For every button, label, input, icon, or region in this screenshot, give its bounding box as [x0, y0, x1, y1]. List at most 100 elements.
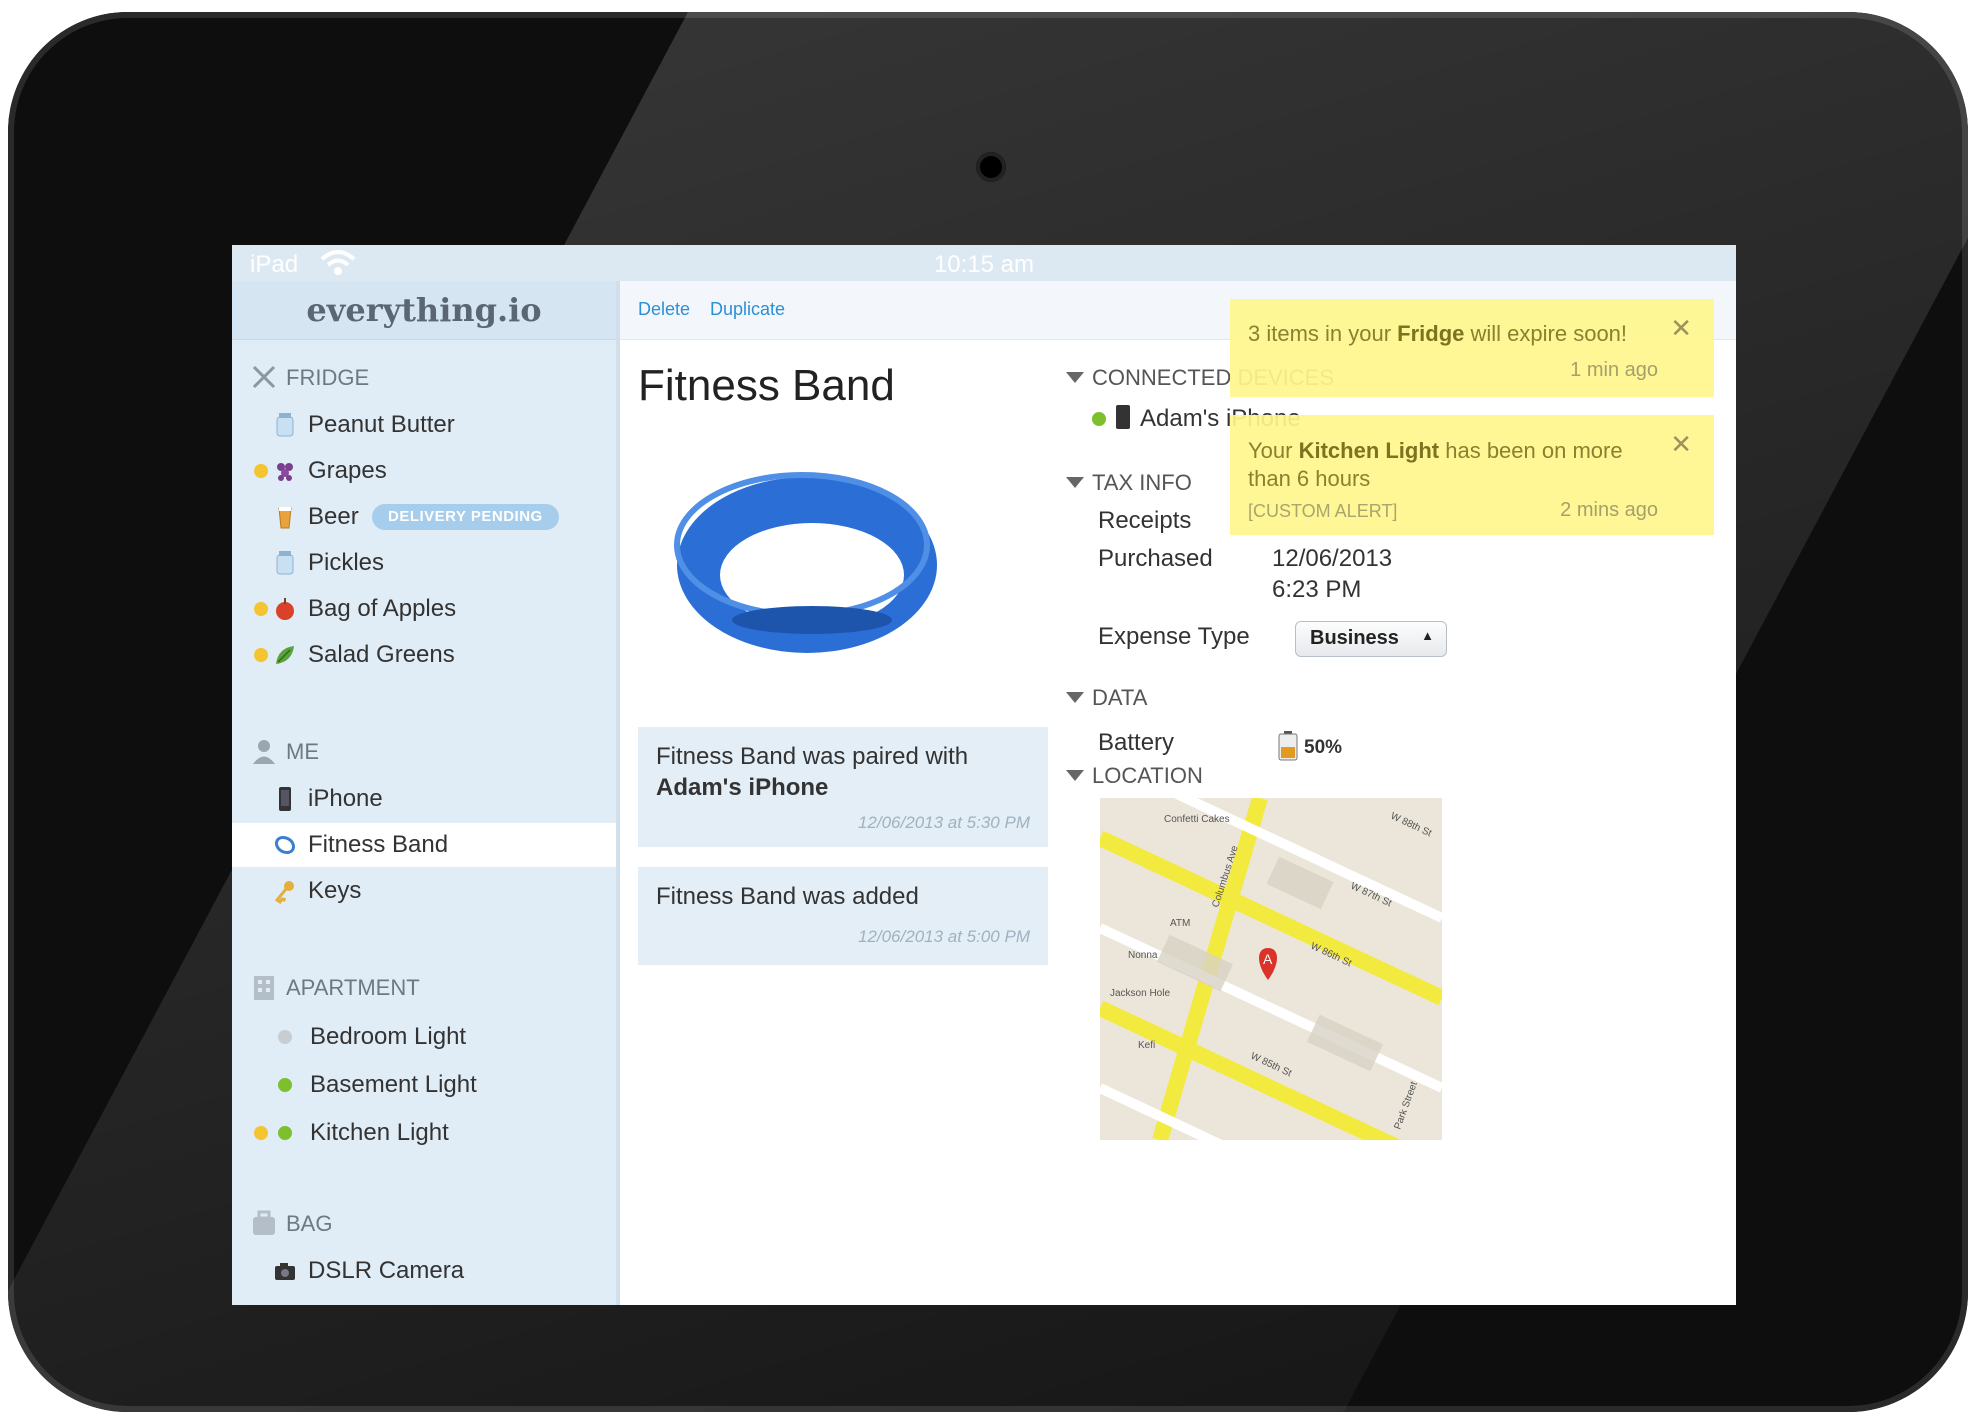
activity-device[interactable]: Adam's iPhone [656, 774, 828, 802]
battery-indicator: 50% [1278, 731, 1342, 761]
sidebar-section-bag: BAG [250, 1209, 332, 1237]
map-place-label: Jackson Hole [1110, 988, 1170, 999]
battery-icon [1278, 731, 1298, 761]
bag-icon [253, 1210, 275, 1235]
map-place-label: Kefi [1138, 1040, 1155, 1051]
receipts-label: Receipts [1098, 507, 1192, 534]
expense-type-select[interactable]: Business ▲ [1295, 621, 1447, 657]
map-place-label: Nonna [1128, 950, 1158, 961]
map-place-label: ATM [1170, 918, 1190, 929]
status-dot-off [278, 1030, 292, 1044]
location-header[interactable]: LOCATION [1066, 763, 1203, 789]
sidebar-item-pickles[interactable]: Pickles [232, 541, 616, 585]
key-icon [274, 881, 294, 904]
app-screen: iPad 10:15 am everything.io FRIDGE Peanu… [232, 245, 1736, 1305]
duplicate-button[interactable]: Duplicate [710, 299, 785, 320]
sidebar: everything.io FRIDGE Peanut Butter Grape… [232, 281, 620, 1305]
data-header[interactable]: DATA [1066, 685, 1147, 711]
sidebar-item-label: Beer [308, 503, 359, 530]
person-icon [253, 740, 275, 764]
sidebar-item-dslr-camera[interactable]: DSLR Camera [232, 1249, 616, 1293]
sidebar-item-bag-of-apples[interactable]: Bag of Apples [232, 587, 616, 631]
section-header-text: TAX INFO [1092, 470, 1192, 495]
activity-timestamp: 12/06/2013 at 5:00 PM [857, 927, 1030, 946]
status-dot-on [278, 1126, 292, 1140]
sidebar-item-bedroom-light[interactable]: Bedroom Light [232, 1015, 616, 1059]
grapes-icon [277, 463, 293, 481]
delete-button[interactable]: Delete [638, 299, 690, 320]
sidebar-item-kitchen-light[interactable]: Kitchen Light [232, 1111, 616, 1155]
sidebar-item-label: Bedroom Light [310, 1023, 467, 1050]
sidebar-item-salad-greens[interactable]: Salad Greens [232, 633, 616, 677]
beer-icon [278, 507, 292, 529]
close-icon[interactable]: ✕ [1670, 429, 1692, 460]
sidebar-item-grapes[interactable]: Grapes [232, 449, 616, 493]
activity-timestamp: 12/06/2013 at 5:30 PM [857, 813, 1030, 832]
battery-label: Battery [1098, 729, 1175, 756]
tax-info-header[interactable]: TAX INFO [1066, 470, 1192, 496]
sidebar-item-label: Pickles [308, 549, 385, 576]
fitness-band-image [674, 472, 937, 653]
section-header: FRIDGE [286, 365, 370, 390]
sidebar-item-beer[interactable]: Beer DELIVERY PENDING [232, 495, 616, 539]
map-place-label: Confetti Cakes [1164, 814, 1230, 825]
notification-tag: [CUSTOM ALERT] [1248, 501, 1398, 521]
expense-type-value: Business [1310, 627, 1399, 649]
disclosure-triangle-icon [1066, 477, 1084, 488]
map-graphic: A W 86th St W 87th St W 88th St W 85th S… [1100, 798, 1442, 1140]
building-icon [254, 976, 274, 1000]
sidebar-item-basement-light[interactable]: Basement Light [232, 1063, 616, 1107]
notification-toast[interactable]: Your Kitchen Light has been on more than… [1230, 415, 1714, 535]
sidebar-item-peanut-butter[interactable]: Peanut Butter [232, 403, 616, 447]
phone-icon [1116, 405, 1130, 429]
disclosure-triangle-icon [1066, 770, 1084, 781]
purchased-label: Purchased [1098, 545, 1213, 572]
status-bar: iPad 10:15 am [232, 245, 1736, 281]
status-dot-on [1092, 412, 1106, 426]
sidebar-item-label: Keys [308, 877, 362, 904]
alert-dot [254, 464, 268, 478]
greens-icon [276, 646, 294, 664]
app-brand: everything.io [232, 281, 616, 340]
notification-time: 1 min ago [1570, 359, 1658, 381]
notification-text: 3 items in your Fridge will expire soon! [1248, 321, 1628, 346]
alert-dot [254, 648, 268, 662]
sidebar-item-label: Peanut Butter [308, 411, 455, 438]
disclosure-triangle-icon [1066, 372, 1084, 383]
utensils-icon [252, 365, 276, 389]
apple-icon [276, 598, 294, 620]
disclosure-triangle-icon [1066, 692, 1084, 703]
expense-type-label: Expense Type [1098, 623, 1250, 650]
sidebar-item-label: Grapes [308, 457, 387, 484]
section-header: ME [286, 739, 319, 764]
activity-item: Fitness Band was paired with Adam's iPho… [638, 727, 1048, 847]
sidebar-item-label: Salad Greens [308, 641, 455, 668]
jar-icon [276, 413, 294, 437]
notification-toast[interactable]: 3 items in your Fridge will expire soon!… [1230, 299, 1714, 397]
sidebar-item-iphone[interactable]: iPhone [232, 777, 616, 821]
front-camera [976, 152, 1006, 182]
sidebar-item-keys[interactable]: Keys [232, 869, 616, 913]
activity-text: Fitness Band was added [656, 883, 919, 910]
alert-dot [254, 1126, 268, 1140]
purchased-date: 12/06/2013 [1272, 545, 1393, 572]
close-icon[interactable]: ✕ [1670, 313, 1692, 344]
sidebar-item-label: iPhone [308, 785, 383, 812]
battery-value: 50% [1304, 737, 1343, 758]
camera-icon [275, 1263, 295, 1280]
location-map[interactable]: A W 86th St W 87th St W 88th St W 85th S… [1100, 798, 1442, 1140]
delivery-pending-badge: DELIVERY PENDING [372, 504, 559, 530]
purchased-time: 6:23 PM [1272, 576, 1362, 603]
jar-icon [276, 551, 294, 575]
sidebar-item-fitness-band[interactable]: Fitness Band [232, 823, 616, 867]
page-title: Fitness Band [638, 361, 895, 410]
sidebar-item-label: DSLR Camera [308, 1257, 465, 1284]
stepper-arrows-icon: ▲ [1421, 628, 1434, 643]
sidebar-item-label: Bag of Apples [308, 595, 457, 622]
sidebar-section-fridge: FRIDGE [250, 363, 369, 391]
sidebar-section-me: ME [250, 737, 319, 765]
notification-time: 2 mins ago [1560, 499, 1658, 521]
sidebar-item-label: Basement Light [310, 1071, 477, 1098]
sidebar-section-apartment: APARTMENT [250, 973, 420, 1001]
activity-text: Fitness Band was paired with [656, 743, 969, 770]
